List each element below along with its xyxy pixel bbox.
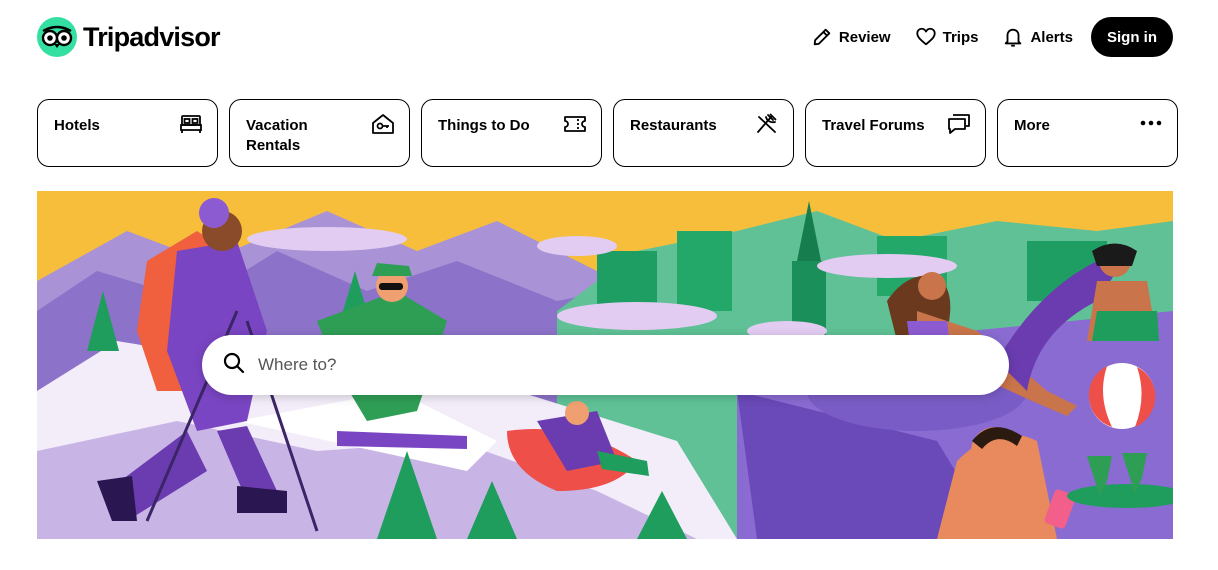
review-link[interactable]: Review — [799, 17, 903, 57]
pencil-icon — [811, 26, 833, 48]
category-label: Restaurants — [630, 117, 717, 134]
category-label: More — [1014, 117, 1050, 134]
more-dots-icon — [1139, 113, 1163, 141]
chat-bubbles-icon — [947, 113, 971, 141]
heart-icon — [915, 26, 937, 48]
category-restaurants[interactable]: Restaurants — [613, 99, 794, 167]
trips-link[interactable]: Trips — [903, 17, 991, 57]
trips-label: Trips — [942, 28, 979, 46]
review-label: Review — [838, 28, 891, 46]
category-travel-forums[interactable]: Travel Forums — [805, 99, 986, 167]
bell-icon — [1002, 26, 1024, 48]
logo-text: Tripadvisor — [83, 21, 221, 52]
house-key-icon — [371, 113, 395, 141]
tripadvisor-logo[interactable]: Tripadvisor — [37, 17, 221, 57]
category-nav: Hotels Vacation Rentals Things to Do Res… — [37, 99, 1178, 167]
fork-knife-icon — [755, 113, 779, 141]
hero-banner — [37, 191, 1173, 539]
sign-in-button[interactable]: Sign in — [1091, 17, 1173, 57]
bed-icon — [179, 113, 203, 141]
search-input[interactable] — [258, 355, 958, 375]
alerts-label: Alerts — [1030, 28, 1073, 46]
category-hotels[interactable]: Hotels — [37, 99, 218, 167]
search-bar[interactable] — [202, 335, 1009, 395]
category-vacation-rentals[interactable]: Vacation Rentals — [229, 99, 410, 167]
header-nav: Review Trips Alerts Sign in — [799, 16, 1173, 58]
search-icon — [222, 351, 246, 380]
category-label: Things to Do — [438, 117, 530, 134]
alerts-link[interactable]: Alerts — [990, 17, 1085, 57]
ticket-icon — [563, 113, 587, 141]
category-label: Travel Forums — [822, 117, 925, 134]
category-more[interactable]: More — [997, 99, 1178, 167]
category-label: Hotels — [54, 117, 100, 134]
top-header: Tripadvisor Review Trips Alerts Sign in — [37, 16, 1173, 58]
owl-logo-icon — [37, 17, 77, 57]
category-things-to-do[interactable]: Things to Do — [421, 99, 602, 167]
category-label: Vacation Rentals — [246, 117, 308, 154]
